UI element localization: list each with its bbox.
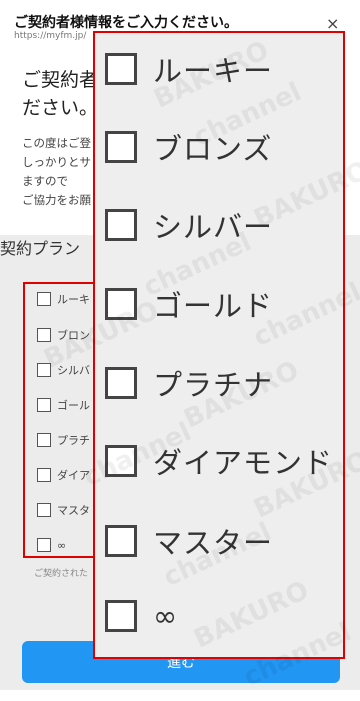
plan-option-label: ∞	[57, 538, 67, 552]
checkbox-large[interactable]	[105, 53, 137, 85]
checkbox-large[interactable]	[105, 600, 137, 632]
plan-option-large[interactable]: ∞	[105, 599, 178, 633]
checkbox[interactable]	[37, 328, 51, 342]
plan-option-large-label: シルバー	[153, 210, 274, 244]
plan-option[interactable]: プラチ	[37, 431, 90, 449]
checkbox[interactable]	[37, 433, 51, 447]
plan-option-label: シルバ	[57, 364, 90, 377]
checkbox-large[interactable]	[105, 209, 137, 241]
plan-option[interactable]: ∞	[37, 536, 66, 554]
plan-option-large[interactable]: ルーキー	[105, 48, 273, 90]
plan-option-large-label: マスター	[153, 526, 274, 560]
checkbox-large[interactable]	[105, 445, 137, 477]
plan-option[interactable]: シルバ	[37, 361, 90, 379]
checkbox[interactable]	[37, 503, 51, 517]
plan-option[interactable]: ゴール	[37, 396, 90, 414]
plan-option-large[interactable]: ゴールド	[105, 283, 273, 325]
plan-option-label: ルーキ	[57, 293, 90, 306]
plan-option[interactable]: ダイア	[37, 466, 90, 484]
checkbox-large[interactable]	[105, 288, 137, 320]
plan-option-large[interactable]: ダイアモンド	[105, 440, 333, 482]
checkbox[interactable]	[37, 292, 51, 306]
plan-options-zoom-overlay: ルーキー ブロンズ シルバー ゴールド プラチナ ダイアモンド マスター ∞	[93, 31, 345, 659]
checkbox[interactable]	[37, 538, 51, 552]
plan-option-large-label: ゴールド	[153, 289, 274, 323]
plan-option[interactable]: マスタ	[37, 501, 90, 519]
checkbox-large[interactable]	[105, 131, 137, 163]
checkbox-large[interactable]	[105, 525, 137, 557]
checkbox[interactable]	[37, 468, 51, 482]
checkbox[interactable]	[37, 398, 51, 412]
checkbox[interactable]	[37, 363, 51, 377]
plan-option-large-label: ダイアモンド	[153, 446, 334, 480]
plan-option-label: プラチ	[57, 434, 90, 447]
plan-option-large-label: プラチナ	[153, 368, 274, 402]
checkbox-large[interactable]	[105, 367, 137, 399]
plan-option-label: マスタ	[57, 504, 90, 517]
plan-option-large-label: ルーキー	[153, 54, 274, 88]
plan-option-large[interactable]: プラチナ	[105, 362, 273, 404]
plan-option[interactable]: ブロン	[37, 326, 90, 344]
plan-option-large-label: ∞	[153, 599, 179, 633]
plan-option-large[interactable]: マスター	[105, 520, 273, 562]
page-title: ご契約者様情報をご入力ください。	[14, 15, 238, 31]
plan-option[interactable]: ルーキ	[37, 290, 90, 308]
plan-option-large[interactable]: ブロンズ	[105, 126, 272, 168]
plan-option-label: ゴール	[57, 399, 90, 412]
plan-option-label: ダイア	[57, 469, 90, 482]
plan-option-large[interactable]: シルバー	[105, 204, 273, 246]
plan-option-label: ブロン	[57, 329, 90, 342]
page-url: https://myfm.jp/	[14, 31, 87, 41]
plan-label: 契約プラン	[0, 239, 81, 258]
form-note: ご契約された	[34, 569, 89, 579]
plan-option-large-label: ブロンズ	[153, 132, 273, 166]
